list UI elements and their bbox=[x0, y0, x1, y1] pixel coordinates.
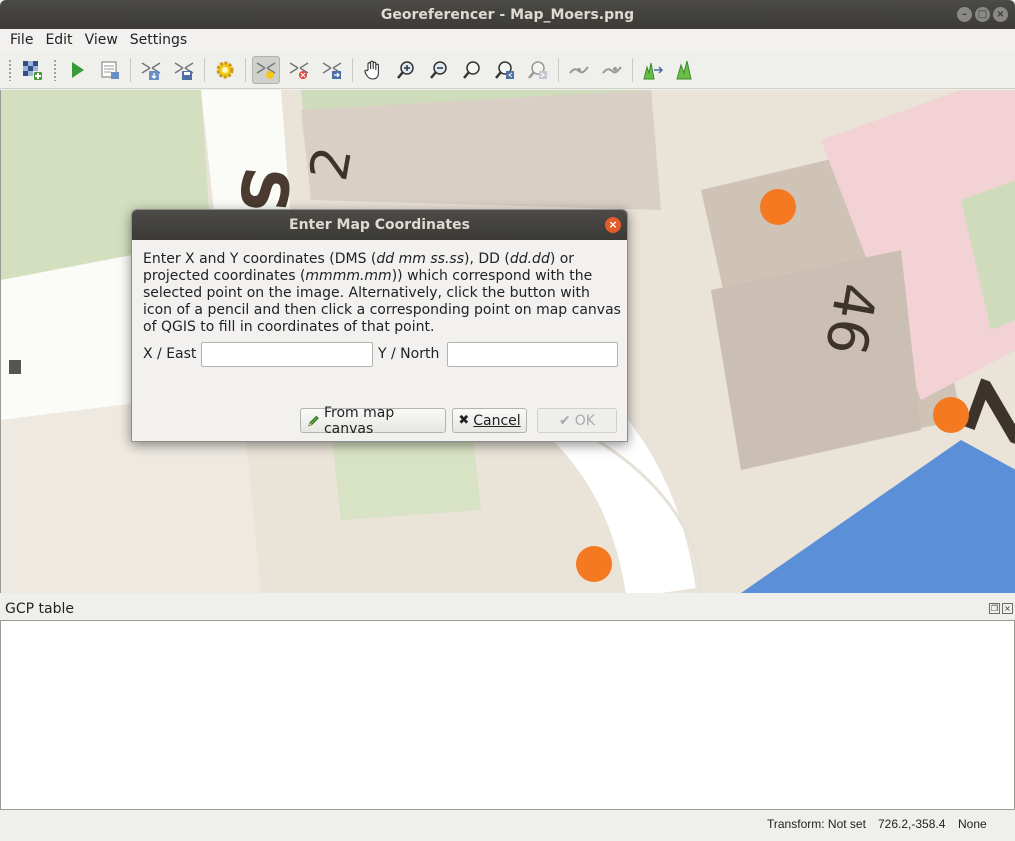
y-north-input[interactable] bbox=[447, 342, 618, 367]
dock-close-icon[interactable]: × bbox=[1002, 603, 1013, 614]
gear-icon bbox=[216, 61, 234, 78]
status-bar: Transform: Not set 726.2,-358.4 None bbox=[0, 810, 1015, 841]
toolbar-grip[interactable] bbox=[53, 58, 57, 81]
script-icon bbox=[101, 61, 119, 79]
menu-settings[interactable]: Settings bbox=[124, 32, 193, 48]
main-toolbar bbox=[0, 51, 1015, 89]
dialog-description: Enter X and Y coordinates (DMS (dd mm ss… bbox=[143, 251, 623, 336]
menu-bar: File Edit View Settings bbox=[0, 29, 1015, 51]
minimize-icon[interactable]: – bbox=[957, 7, 972, 22]
toolbar-separator bbox=[558, 57, 559, 82]
gcp-point[interactable] bbox=[760, 189, 796, 225]
x-east-input[interactable] bbox=[201, 342, 373, 367]
ok-button[interactable]: ✔ OK bbox=[537, 408, 617, 433]
open-raster-icon bbox=[23, 60, 42, 80]
menu-edit[interactable]: Edit bbox=[39, 32, 78, 48]
toolbar-separator bbox=[130, 57, 131, 82]
desc-dd: dd.dd bbox=[509, 251, 550, 267]
desc-dms: dd mm ss.ss bbox=[376, 251, 464, 267]
from-map-canvas-label: From map canvas bbox=[323, 404, 395, 437]
zoom-next-button[interactable] bbox=[524, 56, 552, 84]
play-icon bbox=[72, 61, 84, 78]
move-gcp-icon bbox=[322, 61, 342, 79]
ok-label: OK bbox=[574, 412, 595, 429]
toolbar-separator bbox=[204, 57, 205, 82]
link-qgis-button[interactable] bbox=[598, 56, 626, 84]
ok-check-icon: ✔ bbox=[559, 412, 571, 429]
enter-map-coordinates-dialog: Enter Map Coordinates × Enter X and Y co… bbox=[131, 209, 628, 442]
cancel-label: Cancel bbox=[473, 412, 521, 429]
toolbar-grip[interactable] bbox=[8, 58, 12, 81]
desc-part: Enter X and Y coordinates (DMS ( bbox=[143, 251, 377, 267]
zoom-layer-icon bbox=[463, 60, 480, 79]
zoom-last-icon bbox=[495, 60, 514, 79]
delete-point-button[interactable] bbox=[285, 56, 313, 84]
histogram-stretch-icon bbox=[643, 62, 664, 79]
dock-buttons: ❐ × bbox=[989, 603, 1013, 614]
pan-button[interactable] bbox=[359, 56, 387, 84]
load-gcp-button[interactable] bbox=[137, 56, 165, 84]
desc-proj: mmmm.mm bbox=[305, 268, 392, 284]
menu-view[interactable]: View bbox=[79, 32, 124, 48]
transformation-settings-button[interactable] bbox=[211, 56, 239, 84]
zoom-to-layer-button[interactable] bbox=[458, 56, 486, 84]
y-north-label: Y / North bbox=[378, 346, 440, 362]
zoom-next-icon bbox=[528, 60, 547, 79]
save-gcp-button[interactable] bbox=[170, 56, 198, 84]
generate-script-button[interactable] bbox=[96, 56, 124, 84]
dialog-title: Enter Map Coordinates bbox=[289, 217, 470, 233]
save-gcp-icon bbox=[174, 61, 194, 80]
zoom-in-button[interactable] bbox=[392, 56, 420, 84]
menu-file[interactable]: File bbox=[4, 32, 39, 48]
pan-hand-icon bbox=[364, 60, 379, 80]
window-title: Georeferencer - Map_Moers.png bbox=[380, 6, 635, 23]
from-map-canvas-button[interactable]: From map canvas bbox=[300, 405, 446, 437]
gcp-point[interactable] bbox=[933, 397, 969, 433]
move-gcp-button[interactable] bbox=[318, 56, 346, 84]
zoom-out-icon bbox=[430, 60, 447, 79]
desc-part: ), DD ( bbox=[463, 251, 510, 267]
add-point-icon bbox=[256, 61, 276, 79]
gcp-dock-titlebar: GCP table ❐ × bbox=[0, 599, 1015, 620]
histogram-icon bbox=[676, 60, 692, 79]
toolbar-separator bbox=[632, 57, 633, 82]
transform-status: Transform: Not set bbox=[767, 817, 866, 831]
local-histogram-stretch-button[interactable] bbox=[639, 56, 667, 84]
toolbar-separator bbox=[245, 57, 246, 82]
crs-status: None bbox=[958, 817, 987, 831]
gcp-point[interactable] bbox=[576, 546, 612, 582]
maximize-icon[interactable]: □ bbox=[975, 7, 990, 22]
cancel-button[interactable]: ✖ Cancel bbox=[452, 408, 527, 433]
zoom-last-button[interactable] bbox=[491, 56, 519, 84]
link-georef-button[interactable] bbox=[565, 56, 593, 84]
toolbar-separator bbox=[352, 57, 353, 82]
window-controls: – □ × bbox=[957, 7, 1008, 22]
start-georeferencing-button[interactable] bbox=[63, 56, 91, 84]
cancel-icon: ✖ bbox=[458, 413, 470, 428]
gcp-table[interactable] bbox=[0, 620, 1015, 810]
pencil-icon bbox=[308, 415, 319, 426]
full-histogram-stretch-button[interactable] bbox=[672, 56, 700, 84]
open-raster-button[interactable] bbox=[18, 56, 46, 84]
zoom-out-button[interactable] bbox=[425, 56, 453, 84]
cursor-coordinates: 726.2,-358.4 bbox=[878, 817, 946, 831]
load-gcp-icon bbox=[141, 61, 161, 80]
close-icon[interactable]: × bbox=[993, 7, 1008, 22]
window-titlebar: Georeferencer - Map_Moers.png – □ × bbox=[0, 0, 1015, 29]
delete-point-icon bbox=[289, 61, 309, 79]
link-georef-icon bbox=[569, 65, 589, 74]
map-house-number-46: 46 bbox=[812, 278, 888, 359]
x-east-label: X / East bbox=[143, 346, 197, 362]
dialog-close-icon[interactable]: × bbox=[605, 217, 621, 233]
add-point-button[interactable] bbox=[252, 55, 280, 84]
zoom-in-icon bbox=[397, 60, 414, 79]
dialog-titlebar: Enter Map Coordinates × bbox=[132, 210, 627, 240]
gcp-table-title: GCP table bbox=[5, 601, 74, 617]
link-qgis-icon bbox=[602, 65, 622, 74]
dock-float-icon[interactable]: ❐ bbox=[989, 603, 1000, 614]
